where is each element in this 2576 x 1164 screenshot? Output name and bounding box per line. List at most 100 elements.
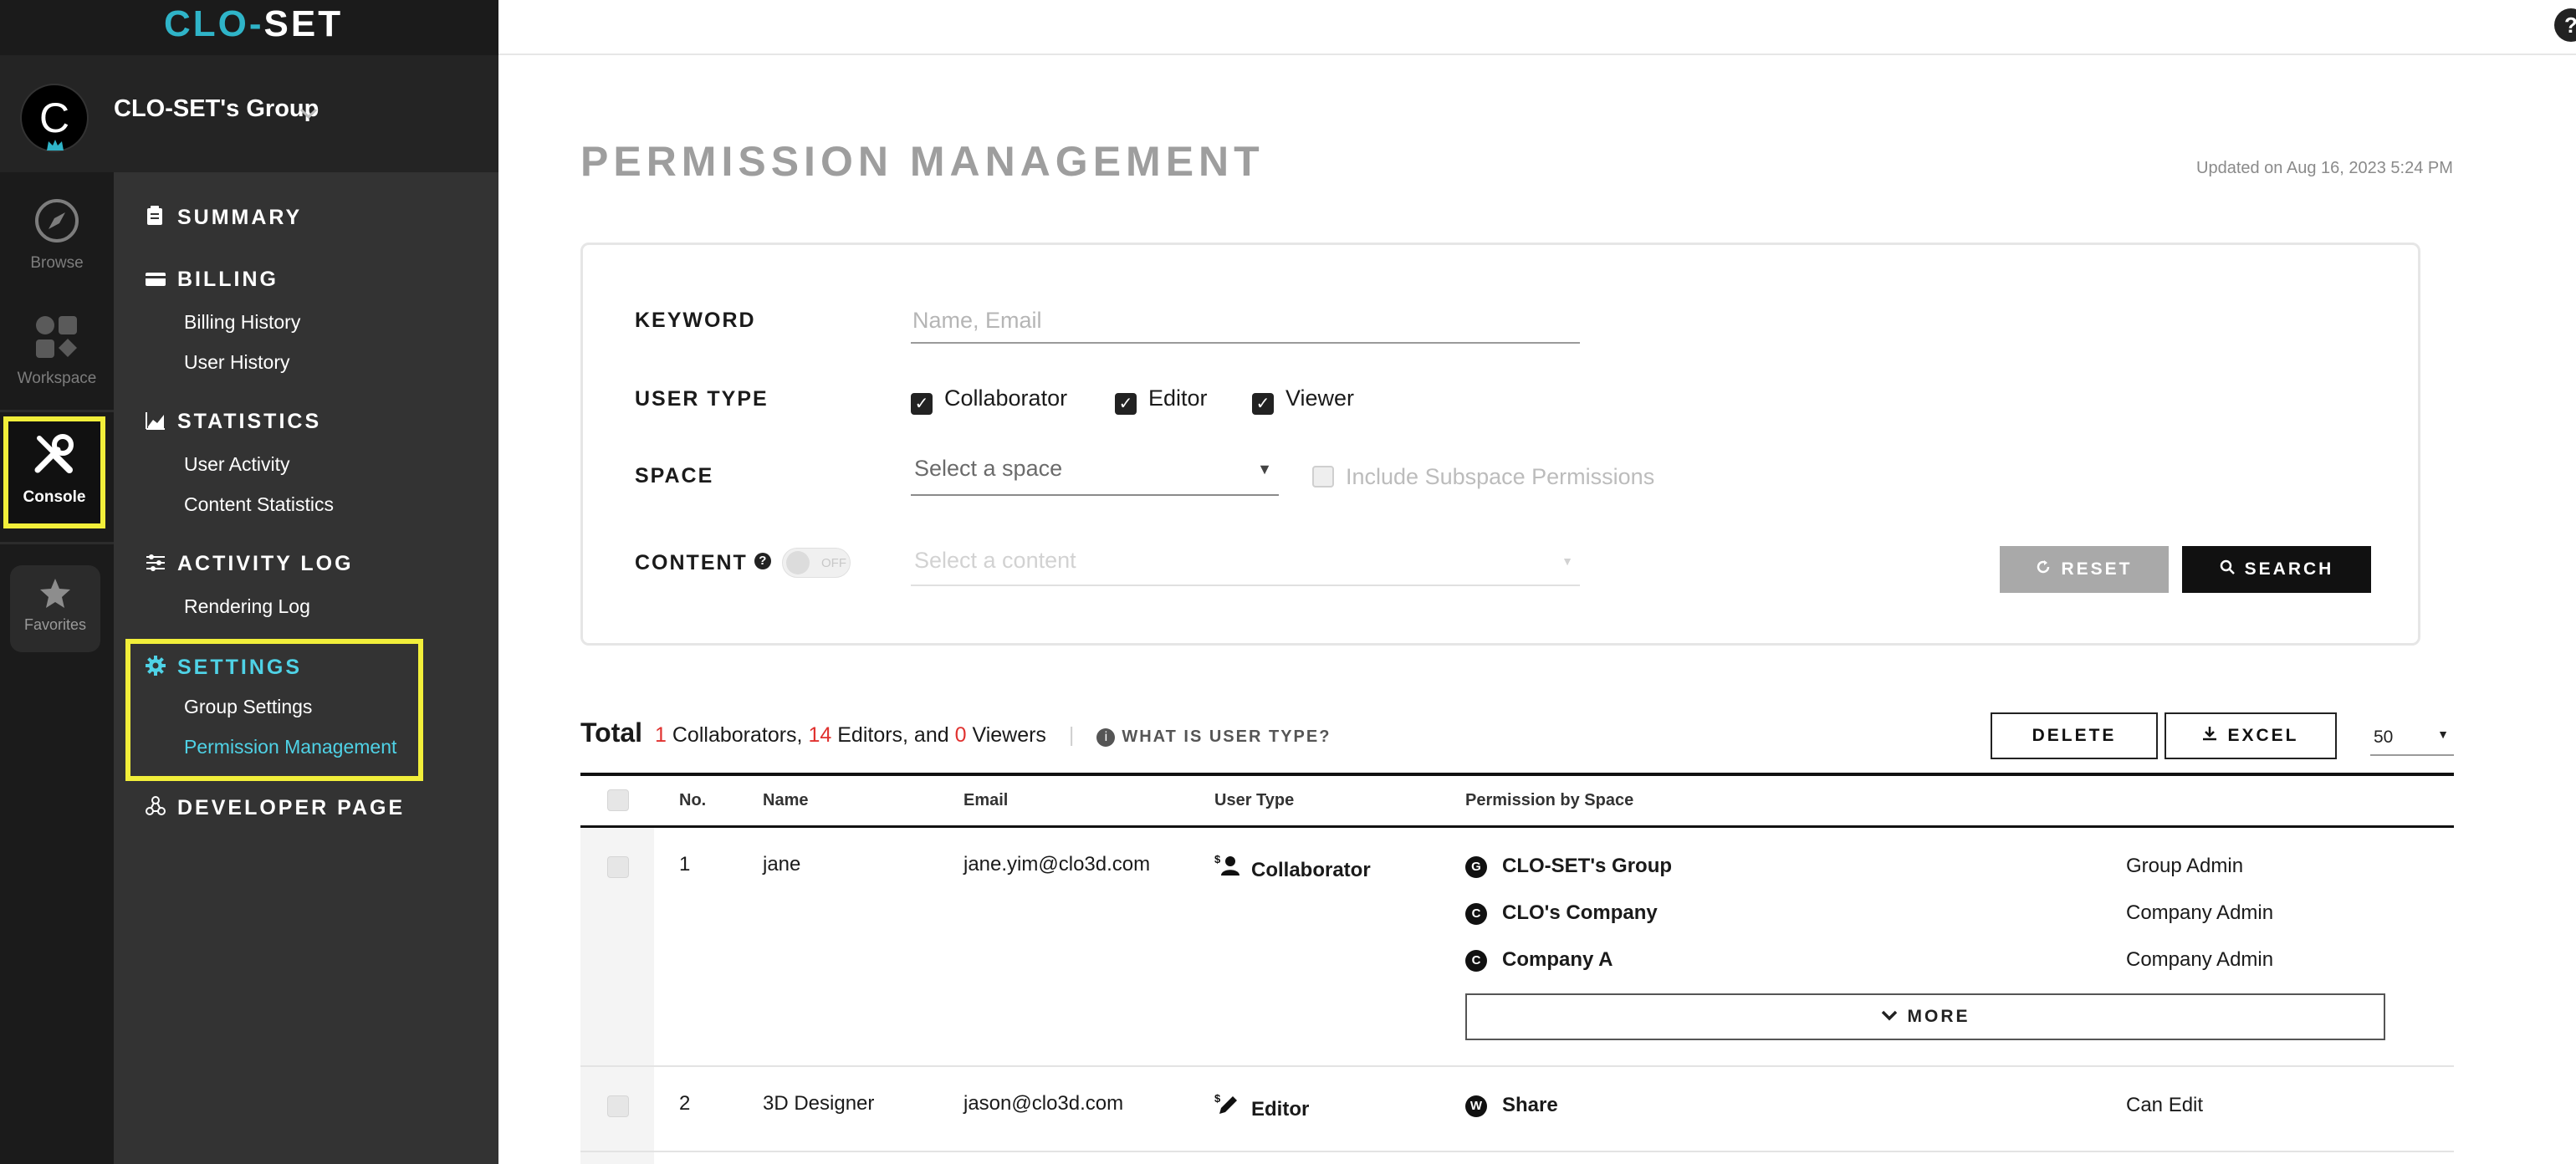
chart-icon [146,411,166,430]
crown-icon [45,139,65,154]
help-icon[interactable]: ? [2554,8,2576,42]
row-name: jane [763,853,801,876]
row-no: 1 [679,853,691,876]
content-label: CONTENT? [635,551,771,575]
rail-divider [0,410,114,412]
group-badge-icon: G [1465,856,1487,878]
space-select[interactable]: Select a space ▼ [911,446,1279,496]
totals-summary: Total 1 Collaborators, 14 Editors, and 0… [580,717,1331,748]
header-no: No. [679,791,707,809]
rail-console[interactable]: Console [3,416,105,528]
excel-button[interactable]: EXCEL [2165,712,2337,759]
caret-down-icon: ▼ [1257,461,1272,477]
search-icon [2220,559,2235,579]
reset-button[interactable]: RESET [2000,546,2169,593]
table-header: No. Name Email User Type Permission by S… [580,773,2454,828]
network-icon [146,796,166,815]
menu-settings[interactable]: SETTINGS [146,656,302,680]
group-switcher[interactable]: C CLO-SET's Group [0,55,498,172]
perm-role: Company Admin [2126,948,2274,971]
star-icon [10,577,100,613]
gear-icon [146,656,166,676]
row-email: jason@clo3d.com [963,1092,1124,1115]
workspace-icon [0,314,114,365]
row-divider [580,1065,2454,1067]
console-menu: SUMMARY BILLING Billing History User His… [114,172,498,1164]
refresh-icon [2036,559,2051,579]
perm-role: Can Edit [2126,1094,2204,1116]
caret-down-icon: ▼ [1561,554,1573,568]
row-name: 3D Designer [763,1092,875,1115]
content-select[interactable]: Select a content ▼ [911,538,1580,586]
menu-user-history[interactable]: User History [184,351,290,374]
menu-user-activity[interactable]: User Activity [184,453,290,476]
include-subspace-checkbox[interactable]: Include Subspace Permissions [1312,464,1654,490]
chevron-down-icon[interactable] [299,99,318,125]
header-permission: Permission by Space [1465,791,1634,809]
more-button[interactable]: MORE [1465,993,2385,1040]
viewer-checkbox[interactable]: ✓ Viewer [1252,385,1354,415]
perm-space[interactable]: W Share [1465,1094,1558,1117]
clo-set-logo[interactable]: CLO-SET [164,3,343,45]
keyword-label: KEYWORD [635,309,756,332]
perm-space[interactable]: C CLO's Company [1465,901,1658,925]
svg-text:$: $ [1214,1092,1221,1105]
collaborator-checkbox[interactable]: ✓ Collaborator [911,385,1067,415]
rail-workspace[interactable]: Workspace [0,314,114,388]
clipboard-icon [146,206,166,225]
search-button[interactable]: SEARCH [2182,546,2371,593]
company-badge-icon: C [1465,950,1487,972]
header-email: Email [963,791,1009,809]
chevron-down-icon [1881,1007,1898,1026]
what-is-user-type-link[interactable]: i WHAT IS USER TYPE? [1096,723,1331,747]
keyword-input[interactable] [911,299,1580,344]
per-page-select[interactable]: 50 ▼ [2370,719,2454,756]
updated-timestamp: Updated on Aug 16, 2023 5:24 PM [2196,159,2453,177]
menu-developer-page[interactable]: DEVELOPER PAGE [146,796,405,820]
rail-browse[interactable]: Browse [0,197,114,273]
row-checkbox[interactable] [607,1095,629,1117]
menu-billing[interactable]: BILLING [146,268,279,292]
menu-activity-log[interactable]: ACTIVITY LOG [146,552,354,576]
row-checkbox[interactable] [607,856,629,878]
group-name: CLO-SET's Group [114,95,319,122]
info-icon: i [1096,728,1116,747]
row-user-type: $ Editor [1214,1092,1310,1121]
collaborator-icon: $ [1214,853,1239,881]
editor-checkbox[interactable]: ✓ Editor [1115,385,1208,415]
delete-button[interactable]: DELETE [1991,712,2158,759]
rail-favorites[interactable]: Favorites [10,565,100,652]
menu-content-statistics[interactable]: Content Statistics [184,493,334,516]
select-all-checkbox[interactable] [607,789,629,811]
logo-area: CLO-SET [0,0,498,55]
header-name: Name [763,791,809,809]
perm-space[interactable]: C Company A [1465,948,1613,972]
company-badge-icon: C [1465,903,1487,925]
perm-role: Company Admin [2126,901,2274,924]
filter-panel: KEYWORD USER TYPE ✓Collaborator ✓Editor … [580,242,2420,646]
editor-icon: $ [1214,1092,1239,1121]
content-toggle[interactable]: OFF [782,548,851,578]
download-icon [2202,726,2217,745]
menu-permission-management[interactable]: Permission Management [184,736,396,758]
row-email: jane.yim@clo3d.com [963,853,1151,876]
header-divider [498,54,2576,55]
caret-down-icon: ▼ [2437,728,2449,741]
tools-icon [8,431,100,483]
space-label: SPACE [635,464,714,488]
user-type-label: USER TYPE [635,387,769,411]
perm-space[interactable]: G CLO-SET's Group [1465,855,1672,878]
menu-statistics[interactable]: STATISTICS [146,410,321,434]
card-icon [146,269,166,288]
menu-rendering-log[interactable]: Rendering Log [184,595,310,618]
menu-billing-history[interactable]: Billing History [184,311,300,334]
row-divider [580,1151,2454,1152]
compass-icon [0,197,114,249]
page-title: PERMISSION MANAGEMENT [580,138,1265,185]
workspace-badge-icon: W [1465,1095,1487,1117]
row-no: 2 [679,1092,691,1115]
question-icon[interactable]: ? [754,553,771,569]
rail-divider [0,542,114,544]
menu-summary[interactable]: SUMMARY [146,206,302,230]
menu-group-settings[interactable]: Group Settings [184,696,312,718]
